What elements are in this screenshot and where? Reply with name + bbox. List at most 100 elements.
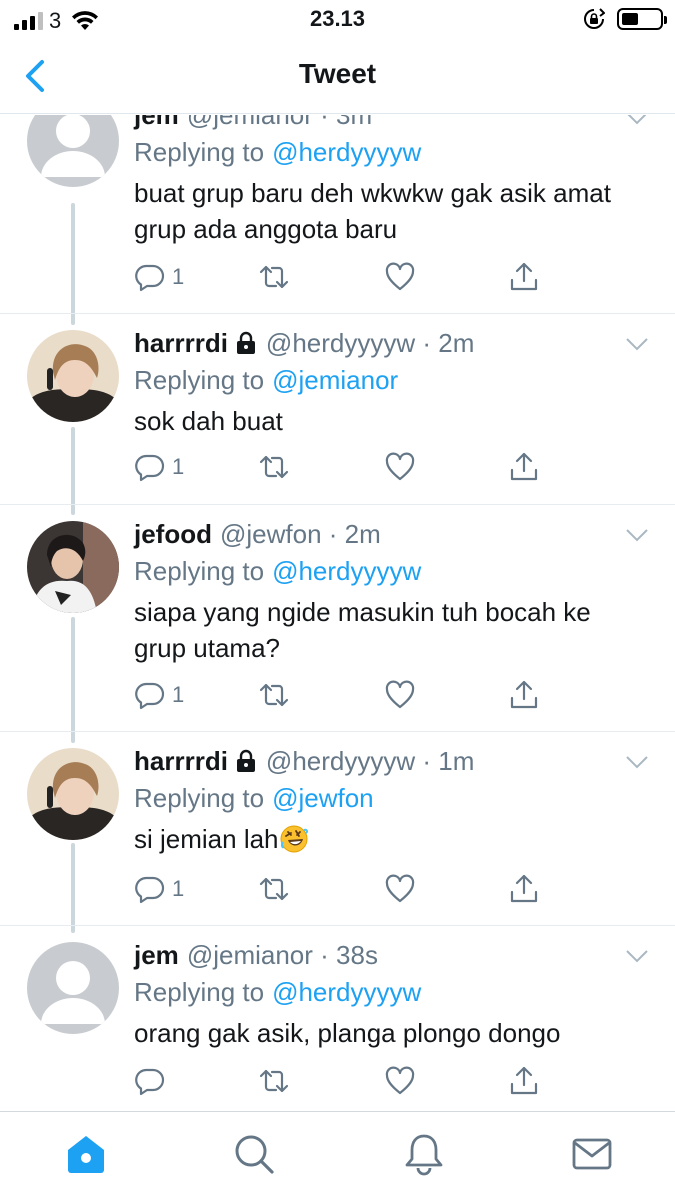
avatar[interactable] — [27, 115, 119, 187]
retweet-button[interactable] — [258, 447, 290, 487]
tweet-text-line: siapa yang ngide masukin tuh bocah ke — [134, 597, 591, 627]
reply-icon — [135, 682, 165, 710]
handle-time: @jewfon · 2m — [220, 518, 381, 549]
avatar[interactable] — [27, 330, 119, 422]
display-name[interactable]: jefood — [134, 519, 212, 550]
replying-prefix: Replying to — [134, 976, 265, 1007]
heart-icon — [385, 1066, 415, 1095]
tab-bar — [0, 1111, 675, 1200]
like-button[interactable] — [384, 675, 416, 715]
mention-link[interactable]: @herdyyyyw — [272, 556, 421, 587]
reply-button[interactable] — [134, 1061, 172, 1101]
display-name[interactable]: harrrrdi — [134, 746, 228, 777]
like-button[interactable] — [384, 447, 416, 487]
tab-messages[interactable] — [570, 1132, 614, 1176]
retweet-button[interactable] — [258, 675, 290, 715]
tweet-header: jem @jemianor · 38s — [134, 937, 655, 973]
reply-button[interactable]: 1 — [134, 869, 184, 909]
home-icon — [68, 1136, 104, 1173]
share-icon — [510, 452, 538, 481]
tweet-actions: 1 — [134, 257, 554, 297]
retweet-button[interactable] — [258, 1061, 290, 1101]
divider — [0, 731, 675, 732]
chevron-down-icon[interactable] — [625, 755, 649, 769]
retweet-button[interactable] — [258, 257, 290, 297]
tweet-text: orang gak asik, planga plongo dongo — [134, 1015, 655, 1051]
handle-time: @jemianor · 38s — [186, 939, 378, 970]
reply-icon — [135, 454, 165, 482]
like-button[interactable] — [384, 1061, 416, 1101]
replying-to: Replying to @herdyyyyw — [134, 133, 655, 171]
reply-button[interactable]: 1 — [134, 447, 184, 487]
tab-home[interactable] — [64, 1132, 108, 1176]
status-bar: 3 23.13 — [0, 0, 675, 38]
replying-prefix: Replying to — [134, 136, 265, 167]
handle-time: @jemianor · 3m — [187, 115, 372, 131]
share-button[interactable] — [508, 447, 540, 487]
handle-time: @herdyyyyw · 1m — [265, 745, 475, 776]
mention-link[interactable]: @herdyyyyw — [272, 977, 421, 1008]
retweet-icon — [259, 265, 289, 289]
user-photo — [27, 748, 119, 840]
lock-icon — [236, 331, 255, 354]
chevron-down-icon[interactable] — [625, 949, 649, 963]
share-button[interactable] — [508, 675, 540, 715]
share-icon — [510, 1066, 538, 1095]
retweet-icon — [259, 455, 289, 479]
default-avatar-icon — [41, 115, 105, 177]
avatar[interactable] — [27, 521, 119, 613]
reply-button[interactable]: 1 — [134, 675, 184, 715]
messages-icon — [572, 1138, 612, 1170]
tweet-actions — [134, 1061, 554, 1101]
display-name[interactable]: jem — [134, 115, 179, 131]
tweet-text: buat grup baru deh wkwkw gak asik amat g… — [134, 175, 655, 247]
share-button[interactable] — [508, 1061, 540, 1101]
retweet-icon — [259, 683, 289, 707]
tweet-text: sok dah buat — [134, 403, 655, 439]
reply-button[interactable]: 1 — [134, 257, 184, 297]
page-title: Tweet — [298, 58, 377, 89]
retweet-button[interactable] — [258, 869, 290, 909]
avatar[interactable] — [27, 748, 119, 840]
nav-bar: Tweet — [0, 38, 675, 114]
reply-icon — [135, 264, 165, 292]
tweet-text-line: sok dah buat — [134, 406, 283, 436]
reply-icon — [135, 876, 165, 904]
user-photo — [27, 521, 119, 613]
mention-link[interactable]: @herdyyyyw — [272, 137, 421, 168]
replying-to: Replying to @herdyyyyw — [134, 973, 655, 1011]
tweet-thread[interactable]: jem @jemianor · 3m Replying to @herdyyyy… — [0, 115, 675, 1111]
orientation-lock-icon — [584, 8, 605, 29]
display-name[interactable]: jem — [134, 940, 179, 971]
mention-link[interactable]: @jemianor — [272, 365, 398, 396]
display-name[interactable]: harrrrdi — [134, 328, 228, 359]
heart-icon — [385, 874, 415, 903]
default-avatar-icon — [41, 961, 105, 1024]
reply-count: 1 — [172, 264, 185, 289]
handle-time: @herdyyyyw · 2m — [265, 327, 475, 358]
chevron-down-icon[interactable] — [625, 337, 649, 351]
chevron-down-icon[interactable] — [625, 528, 649, 542]
tweet-text: si jemian lah — [134, 821, 655, 857]
like-button[interactable] — [384, 869, 416, 909]
tweet-text-line: grup ada anggota baru — [134, 214, 398, 244]
share-button[interactable] — [508, 257, 540, 297]
tweet-text-line: buat grup baru deh wkwkw gak asik amat — [134, 178, 611, 208]
search-icon — [235, 1135, 274, 1174]
tab-notifications[interactable] — [402, 1132, 446, 1176]
tweet-header: harrrrdi @herdyyyyw · 2m — [134, 325, 655, 361]
share-button[interactable] — [508, 869, 540, 909]
chevron-down-icon[interactable] — [625, 115, 649, 125]
tweet-actions: 1 — [134, 447, 554, 487]
divider — [0, 925, 675, 926]
share-icon — [510, 680, 538, 709]
heart-icon — [385, 680, 415, 709]
mention-link[interactable]: @jewfon — [272, 783, 374, 814]
like-button[interactable] — [384, 257, 416, 297]
avatar[interactable] — [27, 942, 119, 1034]
tab-search[interactable] — [232, 1132, 276, 1176]
reply-count: 1 — [172, 454, 185, 479]
tweet-actions: 1 — [134, 869, 554, 909]
rolling-on-floor-laughing-emoji — [280, 825, 308, 853]
reply-count: 1 — [172, 682, 185, 707]
